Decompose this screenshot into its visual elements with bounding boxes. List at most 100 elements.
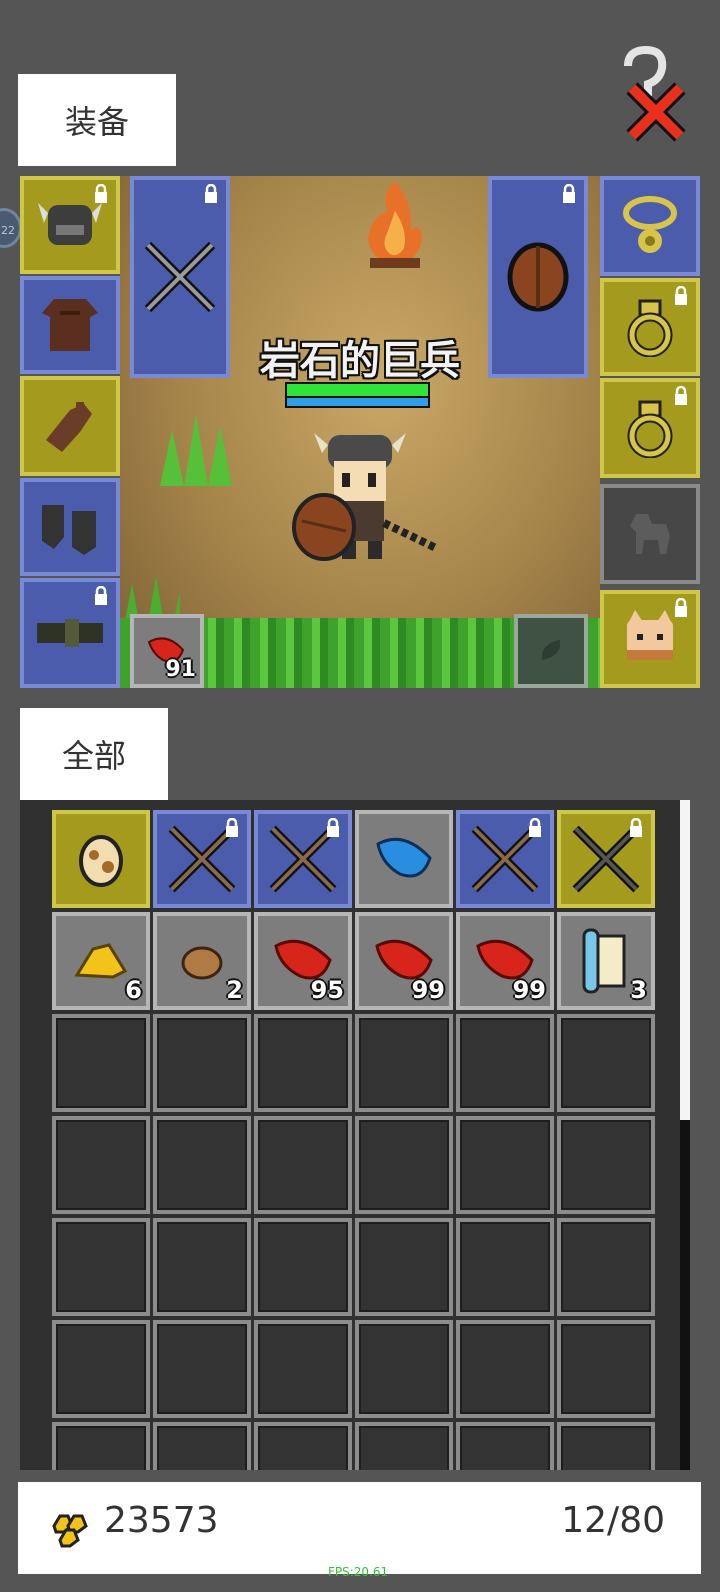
equip-slot-boots[interactable] <box>20 478 120 576</box>
inventory-empty-slot[interactable] <box>52 1320 150 1418</box>
inventory-empty-slot[interactable] <box>456 1422 554 1470</box>
lock-icon <box>95 184 107 203</box>
boots-icon <box>42 505 96 555</box>
equip-slot-gloves[interactable] <box>20 376 120 476</box>
inventory-slot[interactable] <box>52 810 150 908</box>
inventory-empty-slot[interactable] <box>52 1422 150 1470</box>
quick-slot-count: 91 <box>165 657 196 682</box>
gold-coins-icon <box>52 1514 88 1548</box>
inventory-slot[interactable] <box>254 810 352 908</box>
gold-ore-icon <box>74 943 128 979</box>
inventory-scroll-thumb[interactable] <box>680 800 690 1120</box>
inventory-empty-slot[interactable] <box>52 1218 150 1316</box>
copper-ore-icon <box>181 946 223 980</box>
inventory-empty-slot[interactable] <box>557 1422 655 1470</box>
inventory-slot[interactable] <box>355 810 453 908</box>
inventory-footer: 23573 12/80 <box>18 1482 701 1574</box>
side-bubble[interactable]: 22 <box>0 208 22 248</box>
horse-silhouette-icon <box>630 514 670 554</box>
inventory-empty-slot[interactable] <box>456 1014 554 1112</box>
close-icon <box>624 45 686 142</box>
equip-slot-armor[interactable] <box>20 276 120 374</box>
side-bubble-text: 22 <box>1 224 15 237</box>
inventory-empty-slot[interactable] <box>254 1116 352 1214</box>
inventory-slot[interactable]: 99 <box>456 912 554 1010</box>
crossed-spears-icon <box>144 241 216 313</box>
lock-icon <box>529 818 541 837</box>
inventory-slot[interactable]: 3 <box>557 912 655 1010</box>
equip-slot-mount[interactable] <box>600 484 700 584</box>
inventory-empty-slot[interactable] <box>355 1320 453 1418</box>
equip-slot-shield[interactable] <box>488 176 588 378</box>
inventory-empty-slot[interactable] <box>254 1218 352 1316</box>
grass-tuft <box>160 414 232 486</box>
tab-all[interactable]: 全部 <box>20 708 168 800</box>
inventory-capacity: 12/80 <box>561 1500 665 1541</box>
item-count: 2 <box>226 976 243 1004</box>
close-button[interactable] <box>620 45 700 146</box>
inventory-empty-slot[interactable] <box>153 1320 251 1418</box>
gloves-icon <box>46 402 92 452</box>
inventory-slot[interactable] <box>557 810 655 908</box>
inventory-empty-slot[interactable] <box>254 1014 352 1112</box>
inventory-slot[interactable]: 6 <box>52 912 150 1010</box>
inventory-empty-slot[interactable] <box>153 1422 251 1470</box>
equip-slot-necklace[interactable] <box>600 176 700 276</box>
hp-fill <box>287 384 428 396</box>
inventory-empty-slot[interactable] <box>355 1422 453 1470</box>
inventory-empty-slot[interactable] <box>456 1320 554 1418</box>
egg-icon <box>79 835 123 887</box>
scroll-icon <box>582 928 626 994</box>
equip-slot-pet[interactable] <box>600 590 700 688</box>
shield-icon <box>507 242 569 312</box>
equip-slot-ring-1[interactable] <box>600 278 700 376</box>
ring-icon <box>627 400 673 458</box>
inventory-slot[interactable]: 2 <box>153 912 251 1010</box>
equip-slot-weapon[interactable] <box>130 176 230 378</box>
boss-health-bar <box>285 382 430 408</box>
lock-icon <box>675 386 687 405</box>
equip-slot-belt[interactable] <box>20 578 120 688</box>
blue-leaf-icon <box>376 837 432 878</box>
lock-icon <box>675 598 687 617</box>
lock-icon <box>630 818 642 837</box>
ring-icon <box>627 299 673 357</box>
inventory-empty-slot[interactable] <box>456 1116 554 1214</box>
inventory-empty-slot[interactable] <box>557 1320 655 1418</box>
inventory-empty-slot[interactable] <box>254 1320 352 1418</box>
inventory-empty-slot[interactable] <box>153 1014 251 1112</box>
inventory-slot[interactable]: 95 <box>254 912 352 1010</box>
item-count: 99 <box>411 976 445 1004</box>
inventory-empty-slot[interactable] <box>557 1116 655 1214</box>
lock-icon <box>675 286 687 305</box>
quick-slot-consumable[interactable]: 91 <box>130 614 204 688</box>
tab-all-label: 全部 <box>61 737 126 775</box>
inventory-empty-slot[interactable] <box>456 1218 554 1316</box>
inventory-empty-slot[interactable] <box>52 1014 150 1112</box>
lock-icon <box>226 818 238 837</box>
helmet-icon <box>38 203 102 245</box>
inventory-slot[interactable] <box>456 810 554 908</box>
pet-cat-icon <box>627 610 673 660</box>
belt-icon <box>37 619 103 647</box>
equip-slot-ring-2[interactable] <box>600 378 700 478</box>
inventory-slot[interactable]: 99 <box>355 912 453 1010</box>
inventory-empty-slot[interactable] <box>355 1116 453 1214</box>
campfire-icon <box>368 181 422 268</box>
item-count: 3 <box>630 976 647 1004</box>
inventory-empty-slot[interactable] <box>557 1218 655 1316</box>
tab-equipment[interactable]: 装备 <box>18 74 176 166</box>
inventory-empty-slot[interactable] <box>153 1116 251 1214</box>
equip-slot-helmet[interactable] <box>20 176 120 274</box>
item-count: 6 <box>125 976 142 1004</box>
inventory-slot[interactable] <box>153 810 251 908</box>
inventory-empty-slot[interactable] <box>52 1116 150 1214</box>
inventory-empty-slot[interactable] <box>153 1218 251 1316</box>
inventory-empty-slot[interactable] <box>355 1218 453 1316</box>
inventory-empty-slot[interactable] <box>355 1014 453 1112</box>
inventory-empty-slot[interactable] <box>254 1422 352 1470</box>
hero-sprite <box>292 433 440 561</box>
quick-slot-empty[interactable] <box>514 614 588 688</box>
inventory-empty-slot[interactable] <box>557 1014 655 1112</box>
inventory-grid[interactable]: 6 2 95 99 99 3 <box>20 800 690 1470</box>
